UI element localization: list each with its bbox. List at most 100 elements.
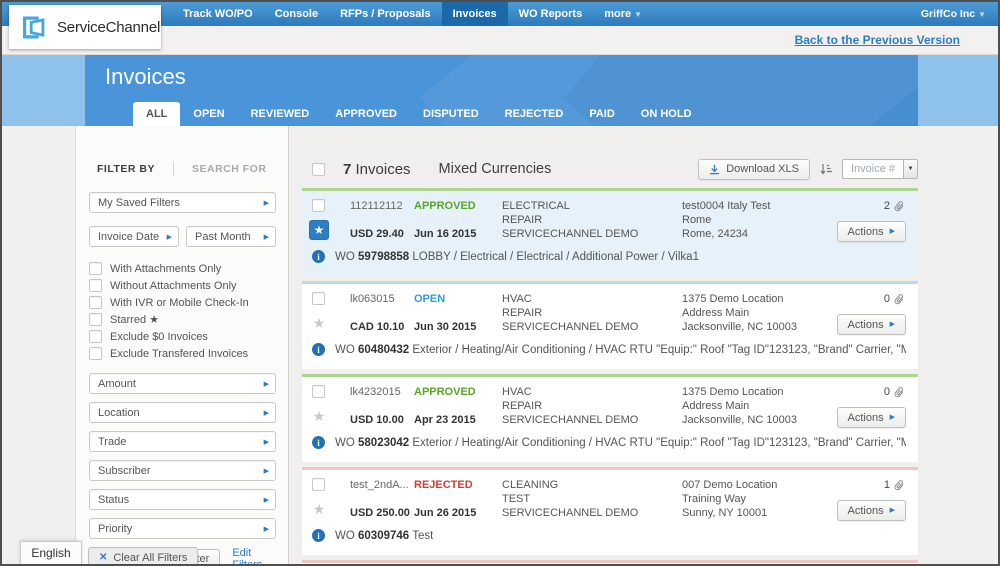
tab-open[interactable]: OPEN <box>180 102 237 126</box>
nav-invoices[interactable]: Invoices <box>442 2 508 26</box>
without-attachments-checkbox[interactable] <box>89 279 102 292</box>
checkbox-label: With Attachments Only <box>110 263 221 275</box>
chevron-right-icon: ▶ <box>264 379 269 387</box>
location-filter-select[interactable]: Location▶ <box>89 402 276 423</box>
back-to-previous-version-link[interactable]: Back to the Previous Version <box>795 33 960 47</box>
star-icon[interactable]: ★ <box>309 220 329 240</box>
info-icon[interactable]: i <box>312 436 325 449</box>
row-checkbox[interactable] <box>312 292 325 305</box>
info-icon[interactable]: i <box>312 529 325 542</box>
sort-order-icon[interactable] <box>819 162 833 176</box>
wo-description: LOBBY / Electrical / Electrical / Additi… <box>412 251 699 263</box>
row-checkbox[interactable] <box>312 199 325 212</box>
actions-button[interactable]: Actions ▶ <box>837 407 906 428</box>
star-icon[interactable]: ★ <box>309 313 329 333</box>
attachments-count[interactable]: 0 <box>884 385 904 399</box>
star-icon[interactable]: ★ <box>309 406 329 426</box>
starred-checkbox[interactable] <box>89 313 102 326</box>
amount-filter-select[interactable]: Amount▶ <box>89 373 276 394</box>
invoice-date: Jun 16 2015 <box>414 227 502 241</box>
actions-button[interactable]: Actions ▶ <box>837 314 906 335</box>
page-title: Invoices <box>105 64 186 90</box>
checkbox-label: Starred ★ <box>110 313 159 326</box>
tab-all[interactable]: ALL <box>133 102 180 126</box>
date-range-select[interactable]: Past Month ▶ <box>186 226 276 247</box>
tab-on-hold[interactable]: ON HOLD <box>628 102 705 126</box>
row-checkbox[interactable] <box>312 385 325 398</box>
chevron-down-icon: ▼ <box>978 10 986 19</box>
invoice-date-select[interactable]: Invoice Date ▶ <box>89 226 179 247</box>
subscriber-filter-select[interactable]: Subscriber▶ <box>89 460 276 481</box>
attachments-count[interactable]: 0 <box>884 292 904 306</box>
exclude-transfered-checkbox[interactable] <box>89 347 102 360</box>
tab-disputed[interactable]: DISPUTED <box>410 102 492 126</box>
search-for-tab[interactable]: SEARCH FOR <box>192 163 266 175</box>
trade-filter-select[interactable]: Trade▶ <box>89 431 276 452</box>
location-line: Address Main <box>682 306 840 320</box>
filter-sidebar: FILTER BY SEARCH FOR My Saved Filters ▶ … <box>75 126 289 564</box>
location-line: Sunny, NY 10001 <box>682 506 840 520</box>
language-selector[interactable]: English <box>20 541 82 564</box>
nav-more[interactable]: more▼ <box>593 2 653 26</box>
attachments-count[interactable]: 2 <box>884 199 904 213</box>
row-checkbox[interactable] <box>312 478 325 491</box>
trade-line: ELECTRICAL <box>502 199 682 213</box>
edit-filters-link[interactable]: Edit Filters <box>232 547 276 566</box>
account-menu[interactable]: GriffCo Inc▼ <box>921 2 998 26</box>
wo-description: Test <box>412 530 433 542</box>
nav-track-wopo[interactable]: Track WO/PO <box>172 2 264 26</box>
with-attachments-checkbox[interactable] <box>89 262 102 275</box>
status-badge: APPROVED <box>414 199 502 213</box>
tab-paid[interactable]: PAID <box>576 102 627 126</box>
paperclip-icon <box>891 384 907 400</box>
invoice-number[interactable]: lk4232015 <box>350 385 414 399</box>
my-saved-filters-select[interactable]: My Saved Filters ▶ <box>89 192 276 213</box>
clear-all-filters-button[interactable]: ✕ Clear All Filters <box>88 547 198 566</box>
ivr-mobile-checkin-checkbox[interactable] <box>89 296 102 309</box>
exclude-zero-invoices-checkbox[interactable] <box>89 330 102 343</box>
actions-button[interactable]: Actions ▶ <box>837 500 906 521</box>
wo-number: 60480432 <box>358 344 409 356</box>
wo-number: 60309746 <box>358 530 409 542</box>
trade-line: SERVICECHANNEL DEMO <box>502 227 682 241</box>
location-line: Jacksonville, NC 10003 <box>682 413 840 427</box>
status-badge: APPROVED <box>414 385 502 399</box>
priority-filter-select[interactable]: Priority▶ <box>89 518 276 539</box>
filter-by-tab[interactable]: FILTER BY <box>97 163 155 175</box>
download-icon <box>709 164 720 175</box>
location-line: Jacksonville, NC 10003 <box>682 320 840 334</box>
status-badge: REJECTED <box>414 478 502 492</box>
trade-line: TEST <box>502 492 682 506</box>
nav-console[interactable]: Console <box>264 2 329 26</box>
nav-rfps-proposals[interactable]: RFPs / Proposals <box>329 2 441 26</box>
info-icon[interactable]: i <box>312 250 325 263</box>
tab-rejected[interactable]: REJECTED <box>492 102 577 126</box>
work-order-info: i WO 60480432 Exterior / Heating/Air Con… <box>312 343 906 356</box>
tab-reviewed[interactable]: REVIEWED <box>238 102 323 126</box>
brand-logo[interactable]: ServiceChannel <box>9 5 161 49</box>
nav-wo-reports[interactable]: WO Reports <box>508 2 594 26</box>
location-line: Training Way <box>682 492 840 506</box>
location-line: 1375 Demo Location <box>682 385 840 399</box>
wo-description: Exterior / Heating/Air Conditioning / HV… <box>412 344 906 356</box>
location-line: Address Main <box>682 399 840 413</box>
select-all-checkbox[interactable] <box>312 163 325 176</box>
invoice-number[interactable]: test_2ndA... <box>350 478 414 492</box>
checkbox-label: With IVR or Mobile Check-In <box>110 297 249 309</box>
invoice-date: Apr 23 2015 <box>414 413 502 427</box>
status-filter-select[interactable]: Status▶ <box>89 489 276 510</box>
status-badge: OPEN <box>414 292 502 306</box>
star-icon[interactable]: ★ <box>309 499 329 519</box>
divider <box>173 162 174 176</box>
tab-approved[interactable]: APPROVED <box>322 102 410 126</box>
sort-field-select[interactable]: Invoice # ▼ <box>842 159 918 179</box>
attachments-count[interactable]: 1 <box>884 478 904 492</box>
invoice-number[interactable]: 112112112 <box>350 199 414 213</box>
actions-button[interactable]: Actions ▶ <box>837 221 906 242</box>
invoice-count: 7 Invoices <box>343 161 411 178</box>
invoice-row: ★ 112112112 USD 29.40 APPROVED Jun 16 20… <box>302 188 918 276</box>
invoice-number[interactable]: lk063015 <box>350 292 414 306</box>
info-icon[interactable]: i <box>312 343 325 356</box>
download-xls-button[interactable]: Download XLS <box>698 159 810 180</box>
work-order-info: i WO 60309746 Test <box>312 529 906 542</box>
